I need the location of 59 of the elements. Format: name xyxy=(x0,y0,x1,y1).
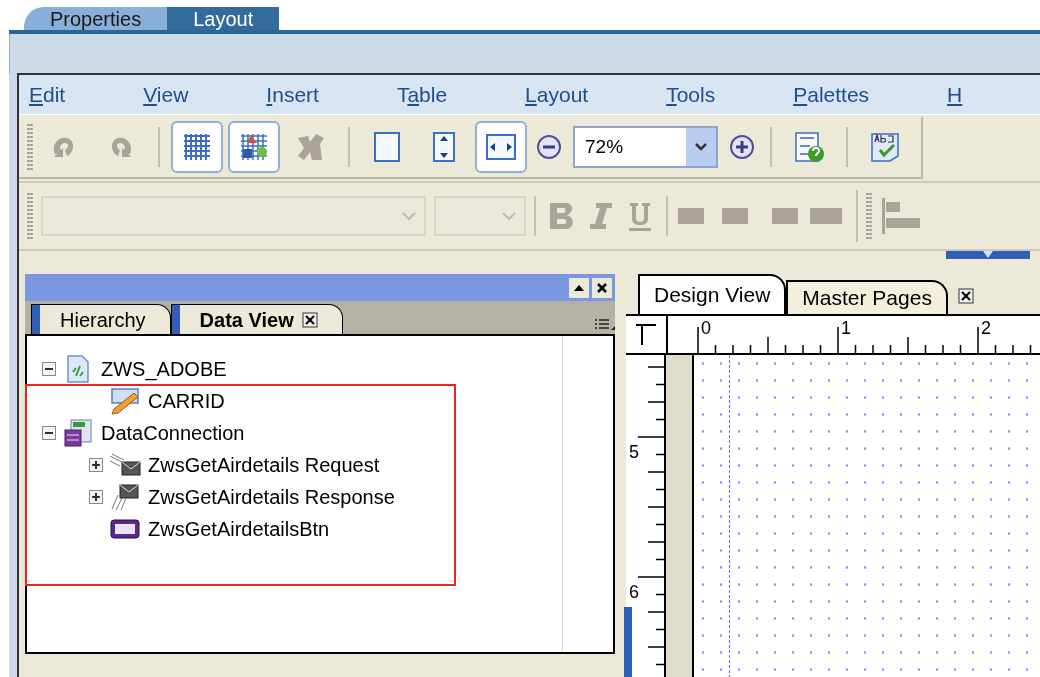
menu-item[interactable]: Tools xyxy=(666,78,716,111)
close-icon[interactable] xyxy=(957,288,974,304)
numbered-list-help-icon xyxy=(792,130,826,164)
tree-item-label[interactable]: ZwsGetAirdetailsBtn xyxy=(148,514,330,544)
caret-icon xyxy=(402,211,416,221)
zoom-out-icon xyxy=(536,134,562,160)
fit-width-button[interactable] xyxy=(475,121,527,173)
tree-item-label[interactable]: CARRID xyxy=(148,386,225,416)
expand-icon[interactable] xyxy=(89,490,103,504)
button-object-icon xyxy=(109,518,141,540)
view-tab[interactable]: Master Pages xyxy=(786,280,948,314)
panel-tab[interactable]: Data View xyxy=(170,304,343,334)
envelope-icon xyxy=(108,452,142,478)
close-icon xyxy=(597,282,607,293)
view-tab[interactable]: Design View xyxy=(638,274,787,314)
menu-item[interactable]: Palettes xyxy=(793,78,870,111)
collapse-icon[interactable] xyxy=(42,362,56,376)
ruler-label: 1 xyxy=(841,318,851,338)
caret-icon xyxy=(694,142,708,152)
tab[interactable]: Properties xyxy=(24,7,168,30)
tree-item-label[interactable]: ZWS_ADOBE xyxy=(101,354,227,384)
ruler-label: 5 xyxy=(629,442,639,462)
ruler-corner-icon xyxy=(634,323,658,347)
menu-item[interactable]: Table xyxy=(396,78,448,111)
toolbar-grip-icon[interactable] xyxy=(27,123,33,171)
tree-item-label[interactable]: DataConnection xyxy=(101,418,245,448)
tab[interactable]: Layout xyxy=(167,7,280,30)
tree-item-label[interactable]: ZwsGetAirdetails Request xyxy=(148,450,380,480)
ruler-label: 0 xyxy=(701,318,711,338)
close-button[interactable] xyxy=(592,277,612,298)
envelope-icon xyxy=(108,483,142,511)
caret-icon xyxy=(502,211,516,221)
zoom-in-icon xyxy=(729,134,755,160)
tree-item-label[interactable]: ZwsGetAirdetails Response xyxy=(148,482,395,512)
ruler-label: 2 xyxy=(981,318,991,338)
collapse-icon[interactable] xyxy=(42,426,56,440)
menu-item[interactable]: View xyxy=(143,78,189,111)
panel-collapse-handle[interactable] xyxy=(946,251,1030,259)
tab-grip xyxy=(171,305,180,334)
caret-icon xyxy=(574,283,584,292)
panel-tab[interactable]: Hierarchy xyxy=(31,304,171,334)
panel-splitter-handle[interactable] xyxy=(624,607,632,677)
spell-check-icon xyxy=(868,130,902,164)
ruler-label: 6 xyxy=(629,582,639,602)
snap-button[interactable] xyxy=(228,121,280,173)
menu-item[interactable]: Edit xyxy=(29,78,66,111)
menu-item[interactable]: H xyxy=(947,78,963,111)
close-icon[interactable] xyxy=(301,311,318,328)
menu-item[interactable]: Layout xyxy=(525,78,589,111)
maximize-button[interactable] xyxy=(569,277,589,298)
caret-icon xyxy=(982,251,994,259)
data-connection-icon xyxy=(63,418,93,448)
zoom-dropdown[interactable]: 72% xyxy=(573,126,718,168)
schema-document-icon xyxy=(65,354,91,384)
tab-grip xyxy=(32,305,40,334)
menu-item[interactable]: Insert xyxy=(266,78,319,111)
edit-field-icon xyxy=(108,387,142,415)
grid-button[interactable] xyxy=(171,121,223,173)
expand-icon[interactable] xyxy=(89,458,103,472)
